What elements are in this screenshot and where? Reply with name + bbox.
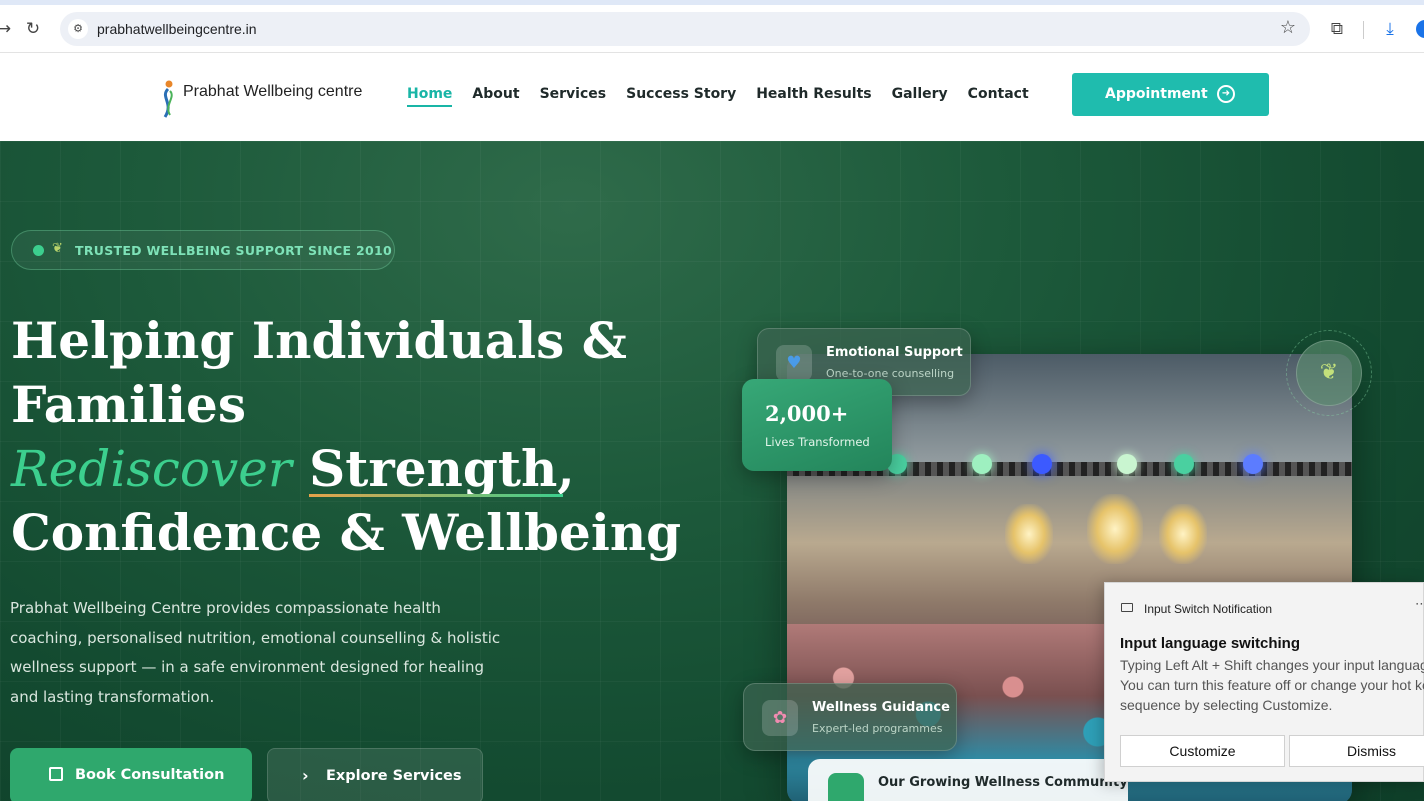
hero-headline: Helping Individuals & Families Rediscove… [11,309,682,565]
site-header: Prabhat Wellbeing centre Home About Serv… [0,53,1424,141]
bookmark-star-icon[interactable]: ☆ [1280,17,1296,38]
keyboard-icon [1121,603,1133,612]
hero-description: Prabhat Wellbeing Centre provides compas… [10,599,501,706]
emotional-support-title: Emotional Support [826,345,963,360]
notification-body: Typing Left Alt + Shift changes your inp… [1120,657,1424,713]
brain-icon: ✿ [762,700,798,736]
wellness-guidance-card: ✿ Wellness Guidance Expert-led programme… [743,683,957,751]
logo-icon[interactable] [156,79,178,119]
address-bar[interactable]: ⚙ prabhatwellbeingcentre.in ☆ [60,12,1310,46]
nav-success-story[interactable]: Success Story [626,86,736,102]
lives-transformed-card: 2,000+ Lives Transformed [742,379,892,471]
nav-gallery[interactable]: Gallery [892,86,948,102]
url-text[interactable]: prabhatwellbeingcentre.in [97,21,257,37]
wellness-guidance-title: Wellness Guidance [812,700,950,715]
input-switch-notification: Input Switch Notification ⋯ Input langua… [1104,582,1424,782]
headline-line-4: Confidence & Wellbeing [11,503,682,562]
stat-label: Lives Transformed [765,435,870,449]
nav-health-results[interactable]: Health Results [756,86,871,102]
download-icon[interactable]: ⤓ [1378,17,1402,41]
book-consultation-label: Book Consultation [75,767,225,783]
stage-light [1243,454,1263,474]
more-options-icon[interactable]: ⋯ [1415,597,1424,612]
nav-contact[interactable]: Contact [968,86,1029,102]
extensions-icon[interactable]: ⧉ [1325,17,1349,41]
headline-line-1: Helping Individuals & [11,311,627,370]
calendar-icon [49,767,63,781]
toolbar-divider [1363,21,1364,39]
book-consultation-button[interactable]: Book Consultation [10,748,252,801]
appointment-button[interactable]: Appointment ➜ [1072,73,1269,116]
customize-button[interactable]: Customize [1120,735,1285,767]
badge-text: TRUSTED WELLBEING SUPPORT SINCE 2010 [75,243,392,258]
dismiss-button[interactable]: Dismiss [1289,735,1424,767]
headline-line-2: Families [11,375,247,434]
community-title: Our Growing Wellness Community [878,775,1128,790]
community-icon [828,773,864,801]
stage-light [972,454,992,474]
browser-toolbar: → ↻ ⚙ prabhatwellbeingcentre.in ☆ ⧉ ⤓ [0,5,1424,53]
main-nav: Home About Services Success Story Health… [407,86,1049,107]
status-dot [33,245,44,256]
chandelier [1159,504,1207,564]
nav-services[interactable]: Services [540,86,607,102]
arrow-right-circle-icon: ➜ [1217,85,1235,103]
stage-light [1174,454,1194,474]
reload-icon[interactable]: ↻ [21,17,45,41]
headline-underlined-word: Strength, [309,437,575,501]
trust-badge: ❦ TRUSTED WELLBEING SUPPORT SINCE 2010 [11,230,395,270]
stat-number: 2,000+ [765,401,849,426]
explore-services-label: Explore Services [326,768,462,784]
chandelier [1087,494,1143,564]
heart-icon: ♥ [776,345,812,381]
forward-icon[interactable]: → [0,17,16,41]
appointment-label: Appointment [1105,86,1208,102]
community-card: Our Growing Wellness Community [808,759,1128,801]
profile-avatar[interactable] [1416,20,1424,38]
wellness-guidance-subtitle: Expert-led programmes [812,722,943,735]
notification-app-name: Input Switch Notification [1144,602,1273,616]
explore-services-button[interactable]: › Explore Services [267,748,483,801]
logo-text[interactable]: Prabhat Wellbeing centre [183,83,362,101]
nav-home[interactable]: Home [407,86,453,107]
site-info-icon[interactable]: ⚙ [68,19,88,39]
stage-light [1117,454,1137,474]
headline-line-3: Rediscover Strength, [11,437,651,501]
leaf-icon: ❦ [52,241,63,256]
notification-title: Input language switching [1120,635,1300,652]
leaf-icon: ❦ [1296,340,1362,406]
headline-italic-word: Rediscover [11,440,292,498]
chandelier [1005,504,1053,564]
chevron-right-icon: › [302,766,309,785]
nav-about[interactable]: About [472,86,519,102]
stage-light [1032,454,1052,474]
